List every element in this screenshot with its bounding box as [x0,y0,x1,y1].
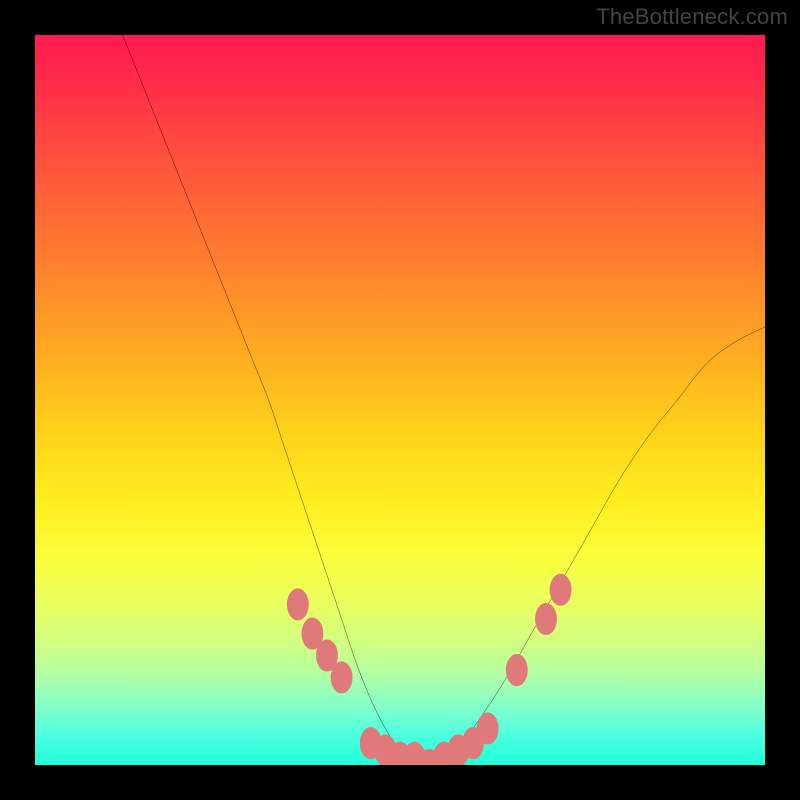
bottleneck-markers-group [287,574,572,765]
watermark-text: TheBottleneck.com [596,4,788,30]
bottleneck-curve [123,35,765,765]
marker-dot [301,618,323,650]
plot-area [35,35,765,765]
chart-svg [35,35,765,765]
marker-dot [433,742,455,765]
marker-dot [477,712,499,744]
marker-dot [389,742,411,765]
marker-dot [550,574,572,606]
marker-dot [418,749,440,765]
marker-dot [506,654,528,686]
marker-dot [462,727,484,759]
canvas: TheBottleneck.com [0,0,800,800]
marker-dot [287,588,309,620]
marker-dot [360,727,382,759]
marker-dot [316,639,338,671]
marker-dot [331,661,353,693]
marker-dot [404,742,426,765]
marker-dot [535,603,557,635]
marker-dot [374,734,396,765]
marker-dot [447,734,469,765]
